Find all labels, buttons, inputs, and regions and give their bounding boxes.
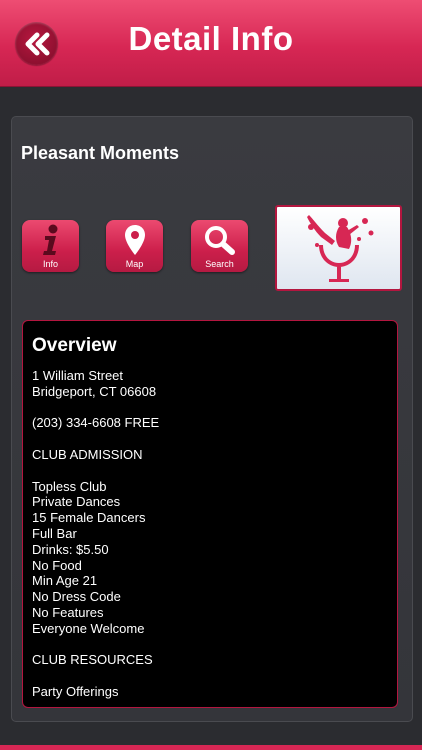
overview-line: No Features	[32, 604, 104, 620]
overview-line: Full Bar	[32, 525, 77, 541]
overview-line: 15 Female Dancers	[32, 510, 146, 526]
overview-line: Private Dances	[32, 494, 121, 510]
overview-line: Drinks: $5.50	[32, 541, 109, 557]
overview-line: (203) 334-6608 FREE	[32, 415, 160, 431]
overview-line: CLUB ADMISSION	[32, 446, 143, 462]
magnifier-icon	[204, 226, 235, 255]
info-label: Info	[42, 259, 58, 269]
overview-line: Everyone Welcome	[32, 620, 145, 636]
overview-line	[32, 668, 382, 684]
info-icon	[42, 224, 57, 255]
search-button[interactable]: Search	[191, 220, 248, 272]
overview-line	[32, 400, 382, 416]
search-label: Search	[205, 259, 234, 269]
map-label: Map	[125, 259, 144, 269]
overview-line: Topless Club	[32, 478, 107, 494]
overview-line	[32, 637, 382, 653]
map-pin-icon	[124, 225, 145, 255]
overview-line: 1 William Street	[32, 368, 124, 383]
place-name: Pleasant Moments	[21, 143, 180, 163]
overview-line: No Dress Code	[32, 589, 121, 605]
overview-line: CLUB RESOURCES	[32, 652, 153, 668]
page-title: Detail Info	[128, 20, 294, 57]
bottom-bar	[0, 745, 422, 750]
info-button[interactable]: Info	[22, 220, 79, 272]
club-dancer-icon	[306, 215, 373, 282]
overview-box: Overview 1 William Street Bridgeport, CT…	[22, 320, 398, 708]
overview-line	[32, 431, 382, 447]
club-photo	[275, 205, 402, 291]
overview-line: No Food	[32, 557, 82, 573]
overview-line: Bridgeport, CT 06608	[32, 383, 157, 399]
map-button[interactable]: Map	[106, 220, 163, 272]
header-bar: Detail Info	[0, 0, 422, 87]
overview-title: Overview	[32, 335, 117, 356]
overview-text: 1 William Street Bridgeport, CT 06608 (2…	[32, 368, 382, 700]
overview-line	[32, 463, 382, 479]
overview-line: Min Age 21	[32, 573, 98, 589]
overview-line: Party Offerings	[32, 683, 119, 699]
